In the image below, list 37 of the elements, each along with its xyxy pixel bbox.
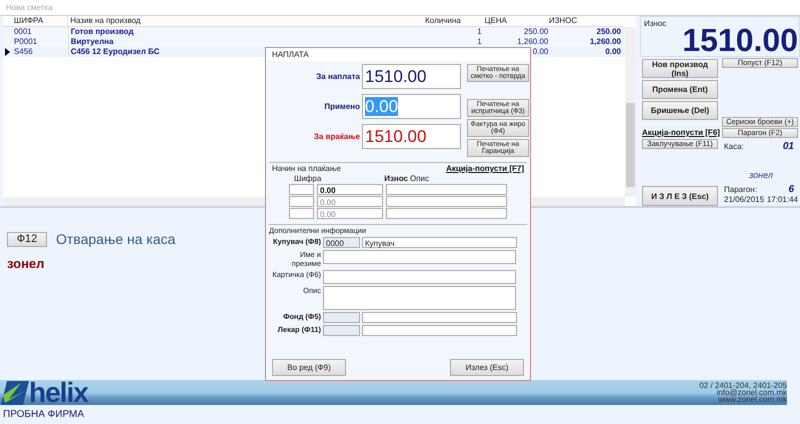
table-cell: P0001 (14, 37, 38, 46)
amount-label: Примено (323, 102, 361, 111)
register-label: Каса: (724, 142, 744, 151)
receipt-label: Парагон: (724, 185, 757, 194)
table-cell: 1 (477, 27, 482, 36)
receipt-number: 6 (788, 184, 795, 195)
table-cell: 0001 (14, 27, 32, 36)
column-header: Износ (383, 174, 408, 183)
amount-label: За наплата (315, 72, 361, 81)
amount-label: За враќање (312, 132, 361, 141)
time-text: 17:01:44 (766, 195, 798, 204)
table-cell: 1,260.00 (590, 37, 621, 46)
user-name: зонел (748, 170, 774, 180)
section-title: Начин на плаќање (272, 164, 341, 173)
column-header: Опис (409, 174, 430, 183)
date-text: 21/06/2015 (724, 195, 764, 204)
column-header: Шифра (293, 174, 322, 183)
table-cell: 0.00 (532, 47, 548, 56)
table-cell: Виртуелна (70, 37, 114, 46)
total-amount: 1510.00 (681, 24, 799, 56)
logo-text: helix (29, 380, 88, 405)
dialog-title: НАПЛАТА (266, 48, 530, 61)
table-cell: C456 12 Еуродизел БС (70, 47, 160, 56)
register-number: 01 (782, 141, 795, 152)
table-cell: Готов производ (70, 27, 134, 36)
table-cell: S456 (14, 47, 33, 56)
website-text: www.zonel.com.mk (718, 396, 787, 403)
table-cell: 250.00 (596, 27, 621, 36)
table-cell: 1 (477, 37, 482, 46)
phone-text: 02 / 2401-204, 2401-205 (699, 382, 787, 389)
table-cell: 0.00 (605, 47, 621, 56)
user-name: зонел (7, 256, 44, 271)
email-text: info@zonel.com.mk (716, 389, 787, 396)
table-cell: 1,260.00 (517, 37, 548, 46)
total-label: Износ (643, 18, 668, 30)
company-name: ПРОБНА ФИРМА (3, 409, 85, 420)
table-cell: 250.00 (524, 27, 548, 36)
